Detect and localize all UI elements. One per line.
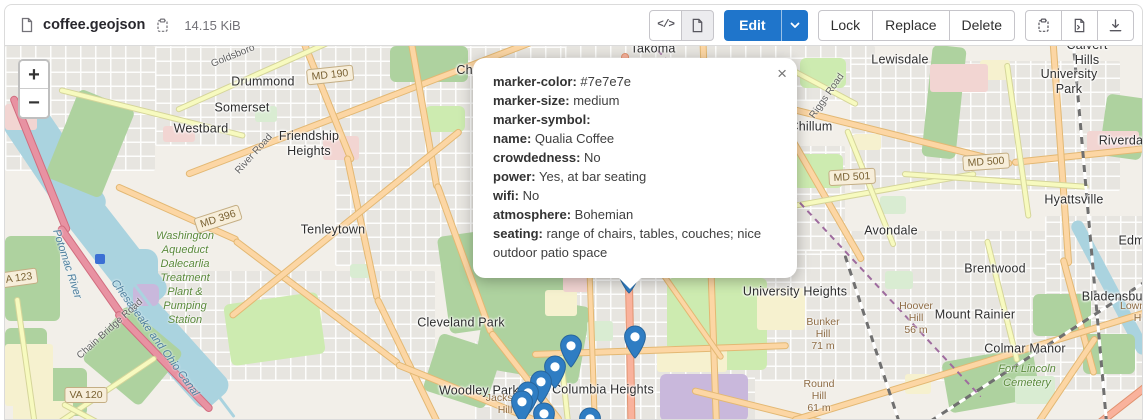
file-viewer: coffee.geojson 14.15 KiB </> Ed	[4, 4, 1143, 420]
zoom-out-button[interactable]: −	[20, 89, 48, 117]
copy-file-contents-button[interactable]	[1025, 10, 1062, 41]
popup-property-row: seating: range of chairs, tables, couche…	[493, 224, 777, 262]
edit-button[interactable]: Edit	[724, 10, 780, 41]
geojson-map[interactable]: TakomaDrummondChevy Chase VillageLewisda…	[5, 46, 1143, 419]
marker-popup: × marker-color: #7e7e7emarker-size: medi…	[473, 58, 797, 278]
delete-button[interactable]: Delete	[949, 10, 1015, 41]
file-icon	[19, 17, 35, 33]
zoom-in-button[interactable]: +	[20, 61, 48, 89]
file-name: coffee.geojson	[43, 17, 145, 33]
popup-close-button[interactable]: ×	[777, 64, 787, 84]
clipboard-icon	[1036, 18, 1051, 33]
popup-property-row: power: Yes, at bar seating	[493, 167, 777, 186]
file-title: coffee.geojson 14.15 KiB	[19, 16, 641, 35]
document-icon	[690, 18, 705, 33]
popup-property-row: crowdedness: No	[493, 148, 777, 167]
popup-property-row: marker-size: medium	[493, 91, 777, 110]
edit-dropdown-button[interactable]	[781, 10, 808, 41]
file-utility-buttons	[1025, 10, 1134, 41]
map-marker[interactable]	[578, 407, 602, 419]
popup-property-row: marker-symbol:	[493, 110, 777, 129]
lock-button[interactable]: Lock	[818, 10, 874, 41]
map-zoom-control: + −	[18, 59, 50, 119]
chevron-down-icon	[789, 19, 801, 31]
popup-property-row: wifi: No	[493, 186, 777, 205]
map-marker[interactable]	[532, 402, 556, 419]
popup-property-row: atmosphere: Bohemian	[493, 205, 777, 224]
header-actions: </> Edit Lock Replace Del	[649, 10, 1134, 41]
code-icon: </>	[657, 19, 674, 31]
raw-file-icon	[1072, 18, 1087, 33]
download-icon	[1108, 18, 1123, 33]
download-button[interactable]	[1097, 10, 1134, 41]
file-header: coffee.geojson 14.15 KiB </> Ed	[5, 5, 1142, 46]
clipboard-icon	[155, 18, 170, 33]
edit-split-button: Edit	[724, 10, 807, 41]
map-marker[interactable]	[510, 390, 534, 419]
file-size: 14.15 KiB	[184, 18, 240, 33]
popup-properties: marker-color: #7e7e7emarker-size: medium…	[493, 72, 777, 262]
replace-button[interactable]: Replace	[872, 10, 949, 41]
copy-file-path-button[interactable]	[153, 16, 172, 35]
map-marker[interactable]	[623, 325, 647, 364]
display-rendered-file-button[interactable]	[681, 10, 714, 41]
open-raw-button[interactable]	[1061, 10, 1098, 41]
display-source-button[interactable]: </>	[649, 10, 682, 41]
popup-property-row: marker-color: #7e7e7e	[493, 72, 777, 91]
popup-property-row: name: Qualia Coffee	[493, 129, 777, 148]
view-toggle: </>	[649, 10, 714, 41]
file-action-buttons: Lock Replace Delete	[818, 10, 1015, 41]
